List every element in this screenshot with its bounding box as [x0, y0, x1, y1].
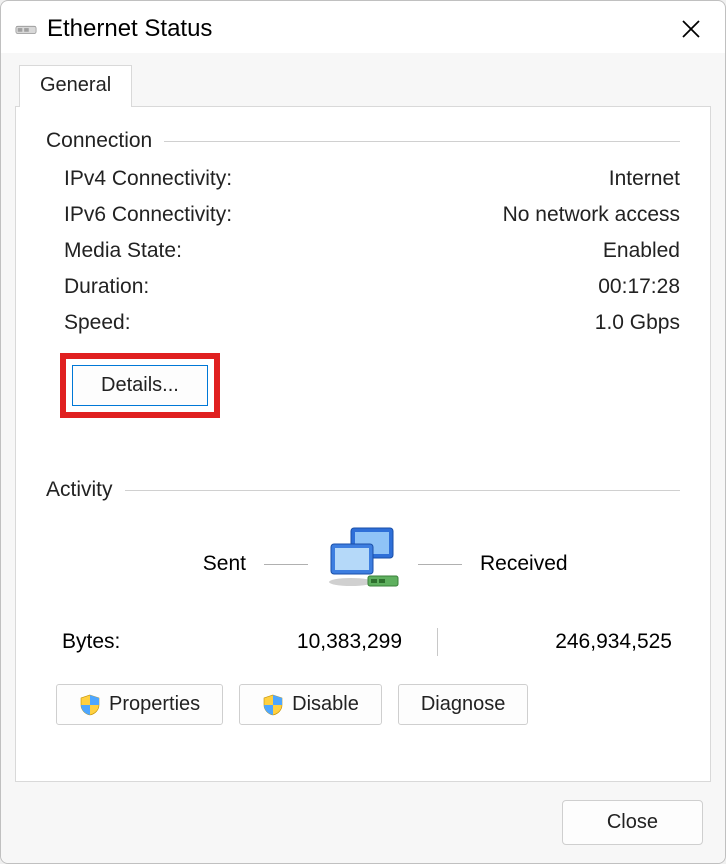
footer: Close — [1, 796, 725, 863]
disable-button[interactable]: Disable — [239, 684, 382, 725]
disable-label: Disable — [292, 693, 359, 716]
media-value: Enabled — [603, 239, 680, 263]
bytes-sent-value: 10,383,299 — [222, 630, 402, 654]
diagnose-label: Diagnose — [421, 693, 506, 716]
close-icon — [681, 19, 701, 39]
duration-row: Duration: 00:17:28 — [64, 275, 680, 299]
shield-icon — [262, 694, 284, 716]
properties-button[interactable]: Properties — [56, 684, 223, 725]
connection-rows: IPv4 Connectivity: Internet IPv6 Connect… — [46, 167, 680, 335]
activity-flow: Sent — [46, 516, 680, 624]
ipv6-value: No network access — [503, 203, 680, 227]
bytes-divider — [402, 628, 472, 656]
ipv4-value: Internet — [609, 167, 680, 191]
tab-general[interactable]: General — [19, 65, 132, 107]
bytes-label: Bytes: — [62, 630, 222, 654]
activity-title: Activity — [46, 478, 113, 502]
speed-row: Speed: 1.0 Gbps — [64, 311, 680, 335]
window-close-button[interactable] — [671, 11, 711, 47]
shield-icon — [79, 694, 101, 716]
ipv6-row: IPv6 Connectivity: No network access — [64, 203, 680, 227]
details-highlight: Details... — [60, 353, 220, 418]
ipv6-label: IPv6 Connectivity: — [64, 203, 232, 227]
tabs: General — [1, 53, 725, 107]
ethernet-status-window: Ethernet Status General Connection IPv4 … — [0, 0, 726, 864]
activity-section: Activity Sent — [46, 478, 680, 725]
media-label: Media State: — [64, 239, 182, 263]
activity-header: Activity — [46, 478, 680, 502]
divider — [164, 141, 680, 142]
ethernet-icon — [15, 20, 37, 38]
tab-content-general: Connection IPv4 Connectivity: Internet I… — [15, 106, 711, 782]
speed-label: Speed: — [64, 311, 131, 335]
connection-header: Connection — [46, 129, 680, 153]
dash — [264, 564, 308, 565]
dash — [418, 564, 462, 565]
diagnose-button[interactable]: Diagnose — [398, 684, 529, 725]
divider — [125, 490, 680, 491]
network-computers-icon — [308, 524, 418, 604]
received-label: Received — [462, 552, 642, 576]
ipv4-label: IPv4 Connectivity: — [64, 167, 232, 191]
duration-value: 00:17:28 — [598, 275, 680, 299]
duration-label: Duration: — [64, 275, 149, 299]
details-button[interactable]: Details... — [72, 365, 208, 406]
close-button[interactable]: Close — [562, 800, 703, 845]
bytes-row: Bytes: 10,383,299 246,934,525 — [46, 624, 680, 684]
connection-title: Connection — [46, 129, 152, 153]
sent-label: Sent — [84, 552, 264, 576]
window-title: Ethernet Status — [47, 15, 661, 43]
speed-value: 1.0 Gbps — [595, 311, 680, 335]
ipv4-row: IPv4 Connectivity: Internet — [64, 167, 680, 191]
titlebar: Ethernet Status — [1, 1, 725, 53]
action-buttons: Properties Disable Diagno — [46, 684, 680, 725]
properties-label: Properties — [109, 693, 200, 716]
media-row: Media State: Enabled — [64, 239, 680, 263]
body: General Connection IPv4 Connectivity: In… — [1, 53, 725, 863]
details-highlight-box: Details... — [46, 353, 680, 418]
bytes-received-value: 246,934,525 — [472, 630, 680, 654]
